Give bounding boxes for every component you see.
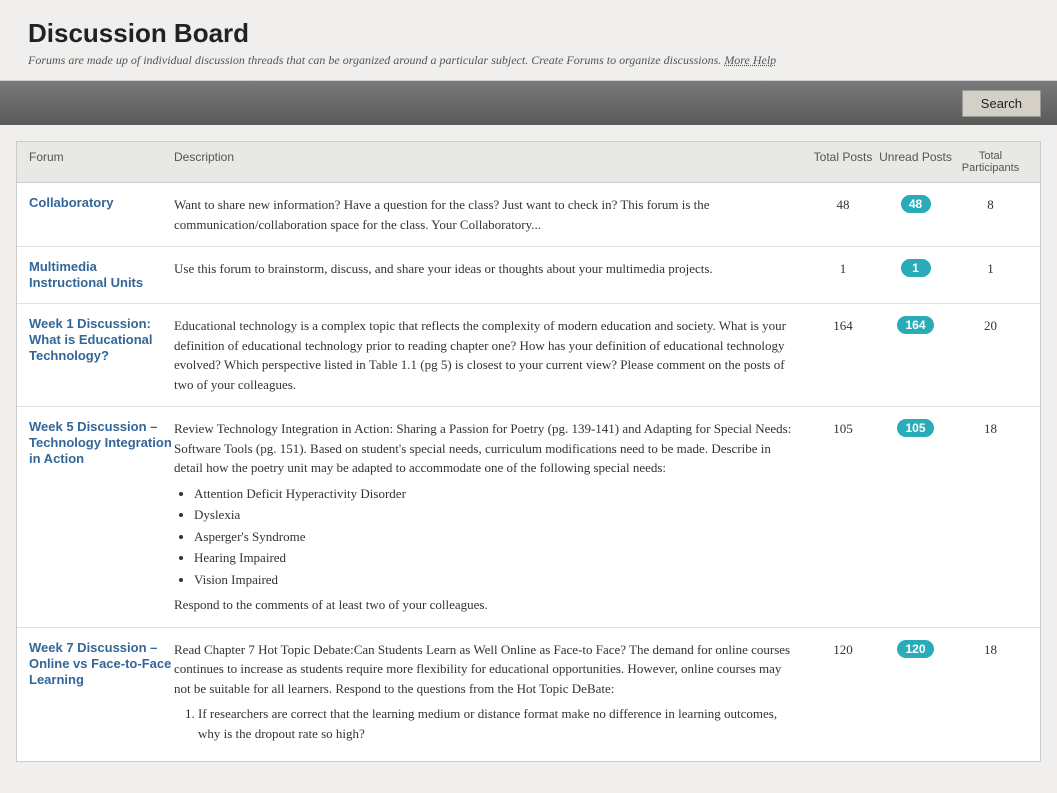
- participants-week7: 18: [953, 640, 1028, 658]
- col-header-description: Description: [174, 150, 808, 174]
- total-posts-week5: 105: [808, 419, 878, 437]
- page-header: Discussion Board Forums are made up of i…: [0, 0, 1057, 81]
- forum-name-week5[interactable]: Week 5 Discussion – Technology Integrati…: [29, 419, 172, 466]
- unread-posts-collaboratory: 48: [878, 195, 953, 213]
- search-button[interactable]: Search: [962, 90, 1041, 117]
- unread-badge-week7: 120: [897, 640, 933, 658]
- forum-desc-week7-list: If researchers are correct that the lear…: [198, 704, 800, 743]
- forum-desc-week7: Read Chapter 7 Hot Topic Debate:Can Stud…: [174, 640, 808, 750]
- forum-name-week1[interactable]: Week 1 Discussion: What is Educational T…: [29, 316, 153, 363]
- list-item: If researchers are correct that the lear…: [198, 704, 800, 743]
- forum-desc-week5-list: Attention Deficit Hyperactivity Disorder…: [194, 484, 800, 590]
- more-help-link[interactable]: More Help: [724, 53, 776, 67]
- unread-posts-week1: 164: [878, 316, 953, 334]
- list-item: Hearing Impaired: [194, 548, 800, 568]
- forum-desc-week1: Educational technology is a complex topi…: [174, 316, 808, 394]
- table-row: Week 1 Discussion: What is Educational T…: [17, 304, 1040, 407]
- list-item: Attention Deficit Hyperactivity Disorder: [194, 484, 800, 504]
- participants-week5: 18: [953, 419, 1028, 437]
- unread-badge-week1: 164: [897, 316, 933, 334]
- forum-name-collaboratory[interactable]: Collaboratory: [29, 195, 114, 210]
- total-posts-multimedia: 1: [808, 259, 878, 277]
- forum-desc-week7-intro: Read Chapter 7 Hot Topic Debate:Can Stud…: [174, 642, 790, 696]
- participants-multimedia: 1: [953, 259, 1028, 277]
- unread-badge-collaboratory: 48: [901, 195, 931, 213]
- table-row: Collaboratory Want to share new informat…: [17, 183, 1040, 247]
- table-header: Forum Description Total Posts Unread Pos…: [17, 142, 1040, 183]
- col-header-forum: Forum: [29, 150, 174, 174]
- forum-desc-week5: Review Technology Integration in Action:…: [174, 419, 808, 615]
- forum-desc-week5-outro: Respond to the comments of at least two …: [174, 597, 488, 612]
- list-item: Vision Impaired: [194, 570, 800, 590]
- page-subtitle: Forums are made up of individual discuss…: [28, 53, 1029, 68]
- toolbar: Search: [0, 81, 1057, 125]
- forum-desc-multimedia: Use this forum to brainstorm, discuss, a…: [174, 259, 808, 279]
- list-item: Dyslexia: [194, 505, 800, 525]
- page-title: Discussion Board: [28, 18, 1029, 49]
- forum-desc-collaboratory: Want to share new information? Have a qu…: [174, 195, 808, 234]
- col-header-total-participants: Total Participants: [953, 150, 1028, 174]
- col-header-unread-posts: Unread Posts: [878, 150, 953, 174]
- unread-posts-week5: 105: [878, 419, 953, 437]
- page-wrapper: Discussion Board Forums are made up of i…: [0, 0, 1057, 793]
- forum-name-multimedia[interactable]: Multimedia Instructional Units: [29, 259, 143, 290]
- content-area: Forum Description Total Posts Unread Pos…: [16, 141, 1041, 762]
- table-row: Week 7 Discussion – Online vs Face-to-Fa…: [17, 628, 1040, 762]
- forum-desc-week5-intro: Review Technology Integration in Action:…: [174, 421, 791, 475]
- col-header-total-posts: Total Posts: [808, 150, 878, 174]
- list-item: Asperger's Syndrome: [194, 527, 800, 547]
- unread-posts-week7: 120: [878, 640, 953, 658]
- table-row: Multimedia Instructional Units Use this …: [17, 247, 1040, 304]
- unread-badge-multimedia: 1: [901, 259, 931, 277]
- table-row: Week 5 Discussion – Technology Integrati…: [17, 407, 1040, 628]
- total-posts-week1: 164: [808, 316, 878, 334]
- forum-name-week7[interactable]: Week 7 Discussion – Online vs Face-to-Fa…: [29, 640, 171, 687]
- total-posts-collaboratory: 48: [808, 195, 878, 213]
- total-posts-week7: 120: [808, 640, 878, 658]
- participants-week1: 20: [953, 316, 1028, 334]
- participants-collaboratory: 8: [953, 195, 1028, 213]
- unread-badge-week5: 105: [897, 419, 933, 437]
- unread-posts-multimedia: 1: [878, 259, 953, 277]
